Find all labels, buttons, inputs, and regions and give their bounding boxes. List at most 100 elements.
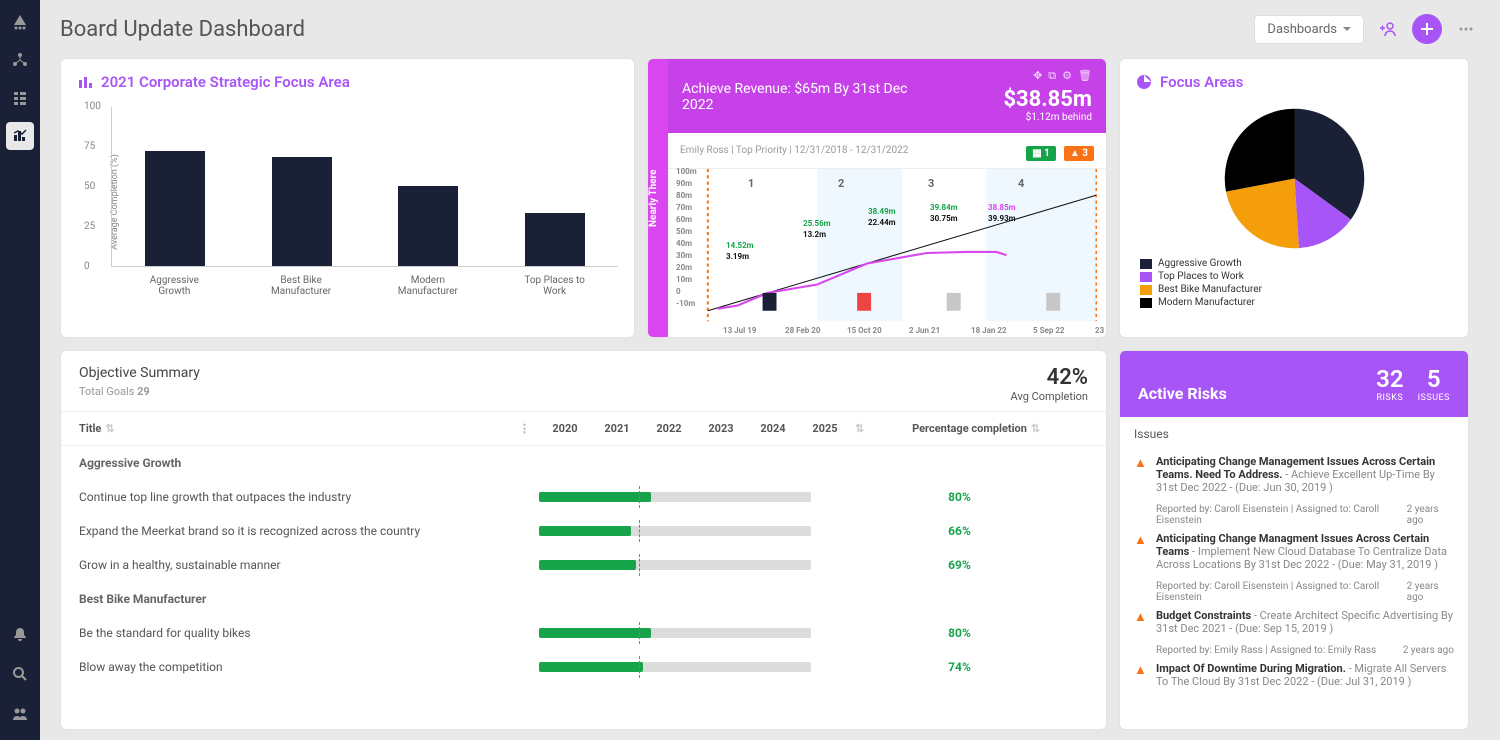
y-tick: -10m [676, 299, 695, 308]
move-icon[interactable]: ✥ [1033, 69, 1042, 83]
issue-reporter: Reported by: Caroll Eisenstein | Assigne… [1156, 504, 1407, 526]
objective-title: Expand the Meerkat brand so it is recogn… [79, 524, 519, 538]
col-completion[interactable]: Percentage completion⇅ [864, 422, 1088, 435]
x-tick: 15 Oct 20 [847, 326, 882, 335]
year-header[interactable]: 2020 [539, 422, 591, 435]
pie-card-title: Focus Areas [1160, 73, 1243, 91]
gantt-bar [519, 558, 831, 572]
revenue-status-tab: Nearly There [648, 59, 668, 337]
bell-icon[interactable] [6, 620, 34, 648]
segment-num: 2 [838, 177, 844, 190]
year-header[interactable]: 2025 [799, 422, 851, 435]
objective-title: Grow in a healthy, sustainable manner [79, 558, 519, 572]
revenue-amount: $38.85m [1003, 87, 1092, 112]
add-user-button[interactable] [1374, 15, 1402, 43]
revenue-chart: 100m90m80m70m60m50m40m30m20m10m0-10m 123… [668, 169, 1106, 337]
dashboards-dropdown[interactable]: Dashboards [1254, 15, 1364, 44]
issue-item[interactable]: ▲ Budget Constraints - Create Architect … [1134, 603, 1454, 641]
risks-count: 32 [1376, 365, 1403, 393]
objective-pct: 80% [831, 626, 1088, 640]
bar-chart: 100 75 50 25 0 [111, 107, 618, 267]
y-tick: 0 [676, 287, 681, 296]
issue-item[interactable]: ▲ Anticipating Change Managment Issues A… [1134, 526, 1454, 577]
col-title[interactable]: Title⇅ [79, 422, 519, 435]
gantt-bar [519, 660, 831, 674]
active-risks-card: Active Risks 32RISKS 5ISSUES Issues ▲ An… [1119, 350, 1469, 730]
nav-list-icon[interactable] [6, 84, 34, 112]
page-title: Board Update Dashboard [60, 17, 1254, 42]
issue-item[interactable]: ▲ Impact Of Downtime During Migration. -… [1134, 656, 1454, 694]
y-tick: 80m [676, 191, 692, 200]
objective-row[interactable]: Grow in a healthy, sustainable manner 69… [61, 548, 1106, 582]
risks-title: Active Risks [1138, 384, 1362, 403]
issues-section-label: Issues [1134, 427, 1454, 441]
segment-num: 4 [1018, 177, 1024, 190]
nav-tree-icon[interactable] [6, 46, 34, 74]
legend-label: Best Bike Manufacturer [1158, 284, 1262, 295]
objective-row[interactable]: Be the standard for quality bikes 80% [61, 616, 1106, 650]
segment-num: 3 [928, 177, 934, 190]
year-header[interactable]: 2023 [695, 422, 747, 435]
segment-num: 1 [748, 177, 754, 190]
search-icon[interactable] [6, 660, 34, 688]
objective-rows: Aggressive GrowthContinue top line growt… [61, 446, 1106, 729]
year-header[interactable]: 2022 [643, 422, 695, 435]
legend-label: Modern Manufacturer [1158, 297, 1255, 308]
legend-label: Aggressive Growth [1158, 258, 1242, 269]
bar-label: Aggressive Growth [139, 275, 209, 299]
focus-area-card: 2021 Corporate Strategic Focus Area Aver… [60, 58, 635, 338]
year-header[interactable]: 2021 [591, 422, 643, 435]
y-tick: 10m [676, 275, 692, 284]
logo-icon[interactable] [6, 8, 34, 36]
trash-icon[interactable]: 🗑 [1078, 69, 1092, 83]
objective-pct: 69% [831, 558, 1088, 572]
y-tick: 90m [676, 179, 692, 188]
y-tick: 20m [676, 263, 692, 272]
issue-item[interactable]: ▲ Anticipating Change Management Issues … [1134, 449, 1454, 500]
warning-icon: ▲ [1134, 455, 1148, 469]
y-tick: 70m [676, 203, 692, 212]
x-tick: 18 Jan 22 [971, 326, 1007, 335]
add-button[interactable] [1412, 14, 1442, 44]
checkins-badge[interactable]: ▦ 1 [1026, 146, 1056, 161]
copy-icon[interactable]: ⧉ [1048, 69, 1056, 83]
objective-title: Continue top line growth that outpaces t… [79, 490, 519, 504]
year-header[interactable]: 2024 [747, 422, 799, 435]
bar-3 [525, 213, 585, 266]
objective-row[interactable]: Expand the Meerkat brand so it is recogn… [61, 514, 1106, 548]
focus-areas-pie-card: Focus Areas Aggressive GrowthTop Places … [1119, 58, 1469, 338]
pie-chart-icon [1136, 74, 1152, 90]
gantt-bar [519, 524, 831, 538]
bar-label: Best Bike Manufacturer [266, 275, 336, 299]
revenue-card: Nearly There Achieve Revenue: $65m By 31… [647, 58, 1107, 338]
warning-icon: ▲ [1134, 609, 1148, 623]
nav-dashboard-icon[interactable] [6, 122, 34, 150]
gantt-bar [519, 490, 831, 504]
gear-icon[interactable]: ⚙ [1062, 69, 1072, 83]
objective-pct: 74% [831, 660, 1088, 674]
topbar: Board Update Dashboard Dashboards [40, 0, 1500, 58]
people-icon[interactable] [6, 700, 34, 728]
y-tick: 60m [676, 215, 692, 224]
objective-group: Best Bike Manufacturer [61, 582, 1106, 616]
dashboards-label: Dashboards [1267, 22, 1337, 37]
bar-2 [398, 186, 458, 266]
issue-reporter: Reported by: Emily Rass | Assigned to: E… [1156, 645, 1376, 656]
risks-badge[interactable]: ▲ 3 [1064, 146, 1094, 161]
objective-row[interactable]: Continue top line growth that outpaces t… [61, 480, 1106, 514]
objective-row[interactable]: Blow away the competition 74% [61, 650, 1106, 684]
objective-pct: 80% [831, 490, 1088, 504]
avg-completion-label: Avg Completion [1011, 390, 1088, 403]
more-icon[interactable] [1452, 15, 1480, 43]
y-tick: 30m [676, 251, 692, 260]
bar-label: Modern Manufacturer [393, 275, 463, 299]
issue-reporter: Reported by: Caroll Eisenstein | Assigne… [1156, 581, 1407, 603]
warning-icon: ▲ [1134, 532, 1148, 546]
warning-icon: ▲ [1134, 662, 1148, 676]
y-tick: 100m [676, 167, 697, 176]
issue-age: 2 years ago [1407, 581, 1454, 603]
avg-completion-pct: 42% [1011, 365, 1088, 390]
objective-title: Blow away the competition [79, 660, 519, 674]
gantt-bar [519, 626, 831, 640]
chevron-down-icon [1343, 25, 1351, 33]
